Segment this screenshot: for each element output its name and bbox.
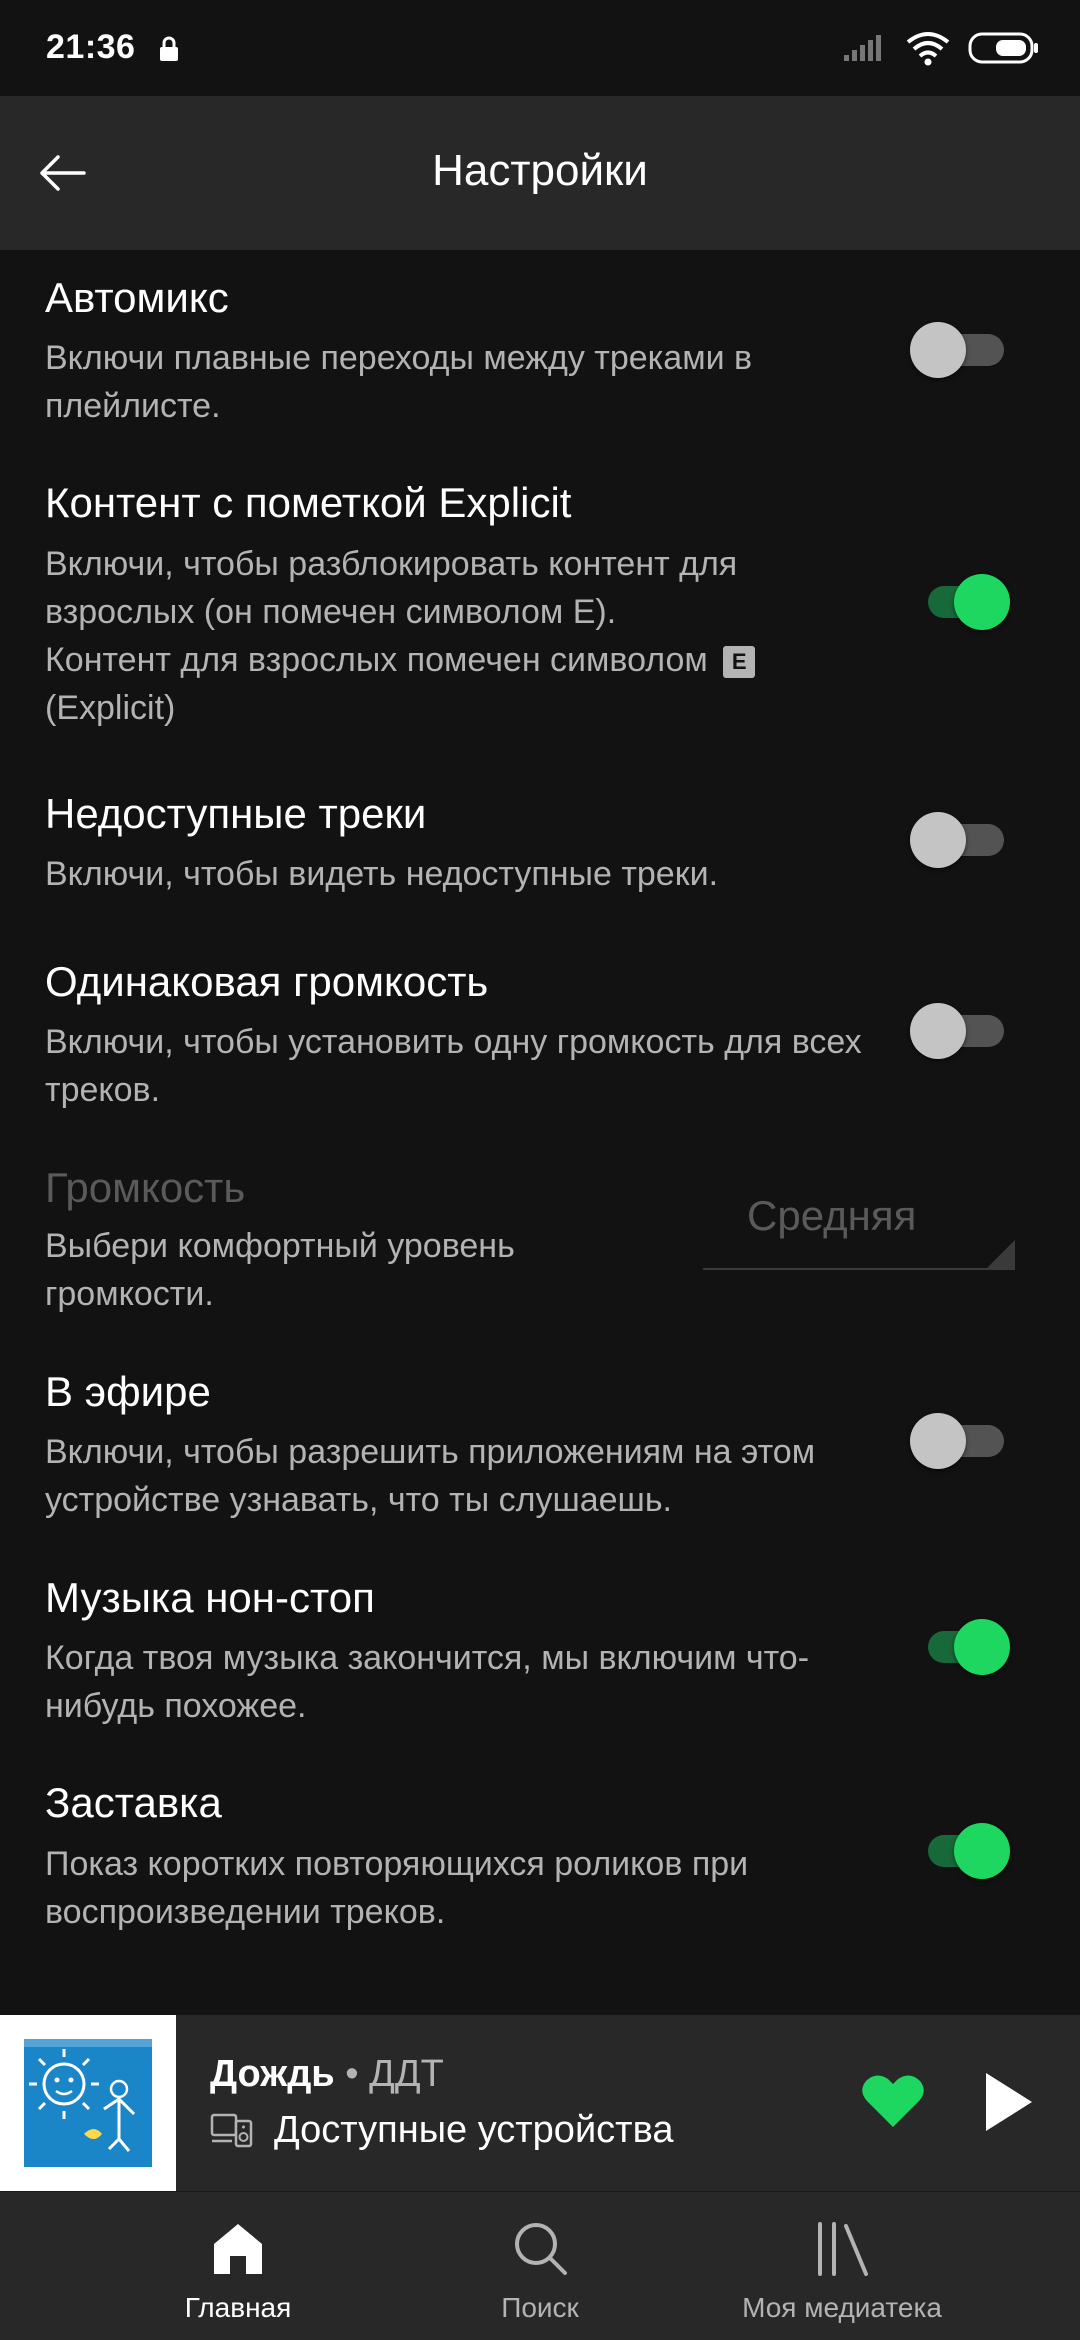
setting-desc-unavailable: Включи, чтобы видеть недоступные треки. [45, 855, 719, 893]
setting-title-volume: Громкость [45, 1164, 246, 1211]
explicit-desc-line3: (Explicit) [45, 689, 176, 727]
explicit-desc-line2: Контент для взрослых помечен символом [45, 641, 708, 679]
volume-level-value: Средняя [747, 1192, 917, 1239]
track-separator: • [345, 2053, 359, 2095]
setting-desc-explicit: Включи, чтобы разблокировать контент для… [45, 540, 885, 732]
track-name: Дождь [210, 2053, 335, 2095]
setting-title-automix: Автомикс [45, 274, 229, 321]
setting-title-canvas: Заставка [45, 1779, 222, 1826]
setting-desc-canvas: Показ коротких повторяющихся роликов при… [45, 1845, 749, 1931]
settings-list: Автомикс Включи плавные переходы между т… [0, 250, 1080, 2015]
bottom-navigation: Главная Поиск Моя медиатека [0, 2191, 1080, 2340]
signal-icon [844, 35, 881, 61]
broadcast-toggle[interactable] [910, 1411, 1020, 1471]
devices-label: Доступные устройства [274, 2108, 674, 2151]
devices-available-button[interactable]: Доступные устройства [210, 2105, 673, 2155]
canvas-toggle[interactable] [910, 1821, 1020, 1881]
devices-icon [210, 2113, 253, 2148]
status-icons [842, 28, 1040, 68]
volume-level-select[interactable]: Средняя [703, 1170, 1015, 1270]
album-art-illustration [24, 2039, 152, 2167]
explicit-desc-line1: Включи, чтобы разблокировать контент для… [45, 545, 738, 631]
nav-library-label: Моя медиатека [742, 2292, 942, 2323]
status-bar: 21:36 [0, 0, 1080, 96]
search-icon [515, 2223, 567, 2275]
setting-desc-normalize: Включи, чтобы установить одну громкость … [45, 1023, 862, 1109]
battery-icon [968, 32, 1038, 64]
automix-toggle[interactable] [910, 320, 1020, 380]
heart-icon[interactable] [860, 2071, 926, 2131]
normalize-volume-toggle[interactable] [910, 1001, 1020, 1061]
setting-desc-volume: Выбери комфортный уровень громкости. [45, 1227, 515, 1313]
explicit-badge: E [723, 646, 756, 678]
home-icon [214, 2224, 262, 2274]
page-title: Настройки [432, 146, 648, 195]
track-artist: ДДТ [369, 2053, 444, 2095]
setting-desc-automix: Включи плавные переходы между треками в … [45, 339, 753, 425]
setting-title-unavailable: Недоступные треки [45, 790, 427, 837]
explicit-toggle[interactable] [910, 572, 1020, 632]
wifi-icon [906, 32, 950, 66]
status-time: 21:36 [46, 28, 136, 66]
library-icon [818, 2222, 868, 2276]
setting-title-autoplay: Музыка нон-стоп [45, 1574, 375, 1621]
lock-icon [160, 36, 178, 61]
now-playing-bar[interactable]: Дождь • ДДТ Доступные устройства [0, 2015, 1080, 2191]
unavailable-tracks-toggle[interactable] [910, 810, 1020, 870]
setting-desc-broadcast: Включи, чтобы разрешить приложениям на э… [45, 1433, 816, 1519]
play-icon[interactable] [978, 2067, 1038, 2137]
autoplay-toggle[interactable] [910, 1617, 1020, 1677]
setting-title-normalize: Одинаковая громкость [45, 958, 489, 1005]
album-cover[interactable] [0, 2015, 176, 2191]
app-header: Настройки [0, 96, 1080, 250]
setting-desc-autoplay: Когда твоя музыка закончится, мы включим… [45, 1639, 810, 1725]
setting-title-explicit: Контент с пометкой Explicit [45, 479, 572, 526]
dropdown-corner-icon [985, 1240, 1015, 1270]
track-info[interactable]: Дождь • ДДТ [210, 2053, 444, 2096]
setting-title-broadcast: В эфире [45, 1368, 211, 1415]
nav-library[interactable]: Моя медиатека [662, 2192, 1022, 2340]
